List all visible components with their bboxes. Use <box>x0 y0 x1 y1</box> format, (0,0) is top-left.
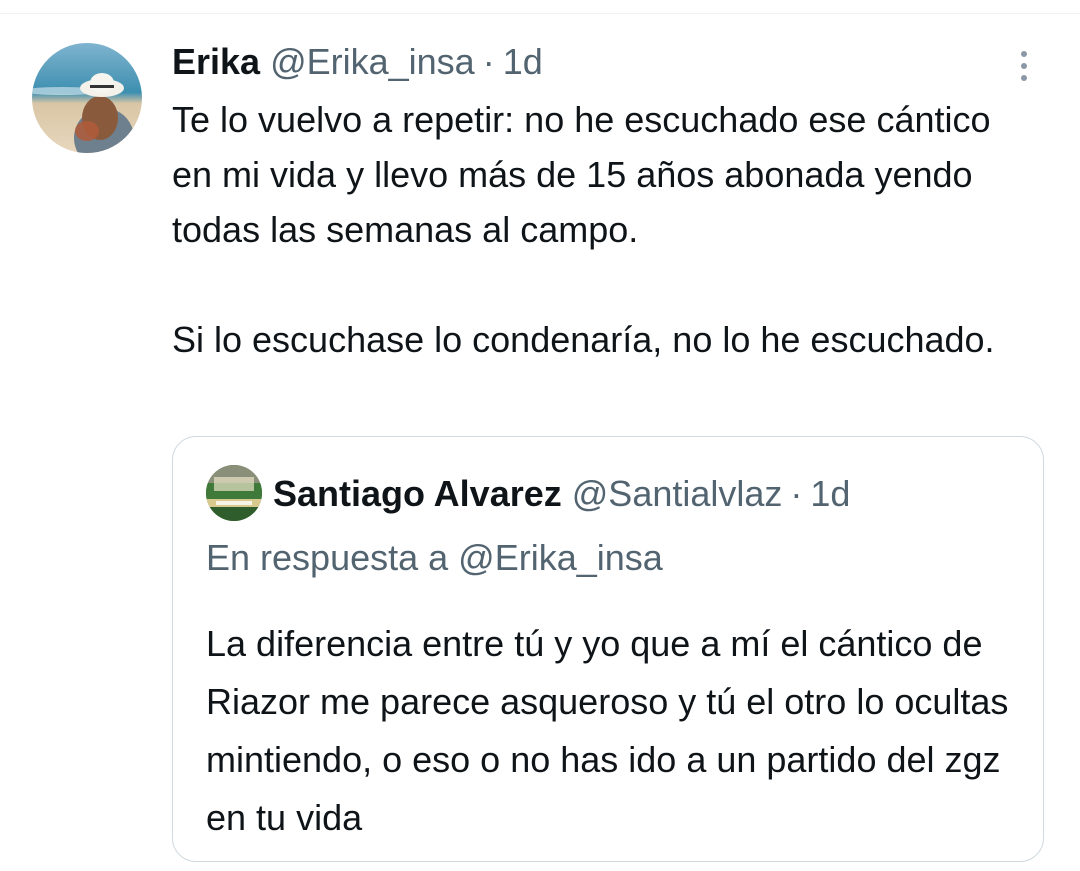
avatar[interactable] <box>32 43 142 153</box>
quote-text: La diferencia entre tú y yo que a mí el … <box>206 623 1009 838</box>
quote-separator-dot: · <box>790 473 803 514</box>
tweet-paragraph-2: Si lo escuchase lo condenaría, no lo he … <box>172 319 995 360</box>
quote-author-handle[interactable]: @Santialvlaz <box>572 473 783 515</box>
quote-avatar <box>206 465 262 521</box>
more-vertical-icon[interactable] <box>1008 46 1040 86</box>
avatar-photo <box>32 43 142 153</box>
author-handle[interactable]: @Erika_insa <box>270 41 475 83</box>
quoted-tweet[interactable]: Santiago Alvarez @Santialvlaz · 1d En re… <box>172 436 1044 862</box>
tweet-text: Te lo vuelvo a repetir: no he escuchado … <box>172 92 1032 367</box>
author-name[interactable]: Erika <box>172 41 260 83</box>
reply-prefix: En respuesta a <box>206 537 449 578</box>
tweet-paragraph-1: Te lo vuelvo a repetir: no he escuchado … <box>172 99 991 250</box>
tweet-time[interactable]: 1d <box>503 41 543 83</box>
tweet-header: Erika @Erika_insa · 1d <box>172 38 543 86</box>
quote-header: Santiago Alvarez @Santialvlaz · 1d <box>273 470 850 518</box>
reply-mention[interactable]: @Erika_insa <box>458 537 663 579</box>
tweet[interactable]: Erika @Erika_insa · 1d Te lo vuelvo a re… <box>0 0 1080 871</box>
quote-author-name[interactable]: Santiago Alvarez <box>273 473 562 515</box>
quote-avatar-photo <box>206 465 262 521</box>
quote-time[interactable]: 1d <box>810 473 850 515</box>
separator-dot: · <box>482 41 495 82</box>
quote-reply-context: En respuesta a @Erika_insa <box>206 534 663 582</box>
